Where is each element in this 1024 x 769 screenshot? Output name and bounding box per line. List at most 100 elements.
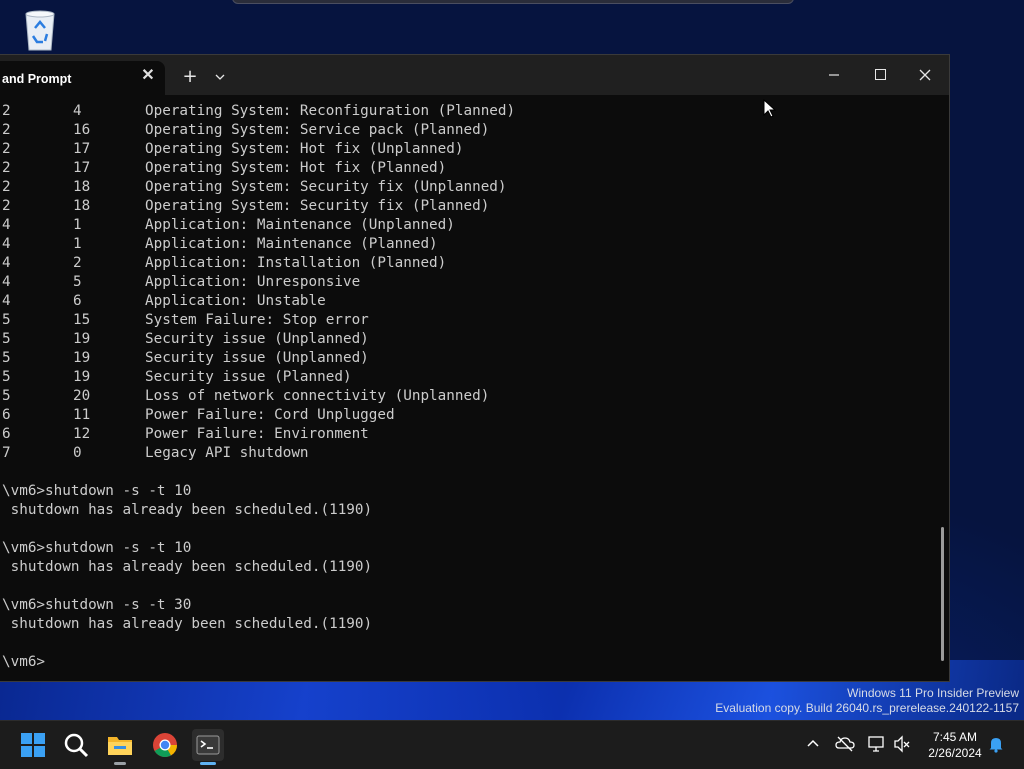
reason-title: Operating System: Reconfiguration (Plann… bbox=[145, 103, 516, 119]
reason-major: 2 bbox=[2, 141, 11, 157]
chevron-down-icon[interactable] bbox=[211, 67, 229, 87]
console-line-text: \vm6>shutdown -s -t 10 bbox=[2, 540, 192, 556]
reason-title: Security issue (Unplanned) bbox=[145, 331, 369, 347]
reason-major: 2 bbox=[2, 103, 11, 119]
reason-row: 2 17 Operating System: Hot fix (Unplanned) bbox=[0, 140, 940, 159]
console-line-text: \vm6>shutdown -s -t 30 bbox=[2, 597, 192, 613]
chrome-icon[interactable] bbox=[149, 729, 181, 761]
reason-row: 2 18 Operating System: Security fix (Plann… bbox=[0, 197, 940, 216]
reason-row: 2 4 Operating System: Reconfiguration (Pla… bbox=[0, 102, 940, 121]
reason-row: 4 2 Application: Installation (Planned) bbox=[0, 254, 940, 273]
reason-major: 2 bbox=[2, 198, 11, 214]
reason-row: 5 19 Security issue (Unplanned) bbox=[0, 349, 940, 368]
reason-title: Power Failure: Cord Unplugged bbox=[145, 407, 395, 423]
reason-major: 5 bbox=[2, 388, 11, 404]
onedrive-offline-icon[interactable] bbox=[835, 735, 855, 757]
reason-title: Operating System: Service pack (Planned) bbox=[145, 122, 490, 138]
console-output[interactable]: 2 4 Operating System: Reconfiguration (Pla… bbox=[0, 102, 940, 672]
reason-minor: 18 bbox=[73, 198, 91, 214]
search-icon[interactable] bbox=[60, 729, 92, 761]
scrollbar[interactable] bbox=[941, 527, 944, 661]
chevron-up-icon[interactable] bbox=[805, 733, 821, 757]
reason-minor: 1 bbox=[73, 217, 82, 233]
reason-row: 4 5 Application: Unresponsive bbox=[0, 273, 940, 292]
reason-minor: 2 bbox=[73, 255, 82, 271]
file-explorer-icon[interactable] bbox=[104, 729, 136, 765]
console-line-text: \vm6> bbox=[2, 654, 46, 670]
taskbar: 7:45 AM 2/26/2024 bbox=[0, 720, 1024, 769]
reason-major: 5 bbox=[2, 350, 11, 366]
terminal-window[interactable]: and Prompt ✕ + 2 4 Operating System: Recon… bbox=[0, 54, 950, 682]
console-line: \vm6>shutdown -s -t 10 bbox=[0, 539, 940, 558]
reason-row: 6 11 Power Failure: Cord Unplugged bbox=[0, 406, 940, 425]
reason-title: Application: Maintenance (Planned) bbox=[145, 236, 438, 252]
reason-title: Power Failure: Environment bbox=[145, 426, 369, 442]
minimize-button[interactable] bbox=[822, 65, 846, 85]
reason-title: Application: Unstable bbox=[145, 293, 326, 309]
reason-major: 2 bbox=[2, 160, 11, 176]
active-indicator bbox=[200, 762, 216, 765]
network-icon[interactable] bbox=[866, 735, 886, 757]
windows-watermark: Windows 11 Pro Insider Preview Evaluatio… bbox=[715, 686, 1019, 716]
tab-close-icon[interactable]: ✕ bbox=[140, 68, 156, 84]
reason-major: 4 bbox=[2, 236, 11, 252]
tab-title: and Prompt bbox=[2, 72, 72, 86]
console-line-text: shutdown has already been scheduled.(119… bbox=[2, 616, 373, 632]
mouse-cursor-icon bbox=[763, 99, 777, 118]
reason-minor: 19 bbox=[73, 331, 91, 347]
volume-muted-icon[interactable] bbox=[893, 735, 911, 757]
reason-major: 6 bbox=[2, 407, 11, 423]
console-line-text: \vm6>shutdown -s -t 10 bbox=[2, 483, 192, 499]
reason-title: Application: Installation (Planned) bbox=[145, 255, 447, 271]
terminal-icon[interactable] bbox=[192, 729, 224, 765]
recycle-bin-icon[interactable] bbox=[20, 6, 60, 52]
reason-title: Application: Maintenance (Unplanned) bbox=[145, 217, 455, 233]
top-window-edge bbox=[232, 0, 794, 4]
new-tab-button[interactable]: + bbox=[180, 67, 200, 87]
reason-minor: 16 bbox=[73, 122, 91, 138]
tab-command-prompt[interactable]: and Prompt ✕ bbox=[0, 61, 165, 95]
reason-minor: 4 bbox=[73, 103, 82, 119]
reason-major: 4 bbox=[2, 217, 11, 233]
maximize-button[interactable] bbox=[868, 65, 892, 85]
reason-minor: 18 bbox=[73, 179, 91, 195]
reason-row: 5 15 System Failure: Stop error bbox=[0, 311, 940, 330]
close-button[interactable] bbox=[913, 65, 937, 85]
reason-row: 4 1 Application: Maintenance (Unplanned) bbox=[0, 216, 940, 235]
reason-row: 2 16 Operating System: Service pack (Plann… bbox=[0, 121, 940, 140]
reason-title: System Failure: Stop error bbox=[145, 312, 369, 328]
reason-title: Application: Unresponsive bbox=[145, 274, 361, 290]
reason-row: 4 1 Application: Maintenance (Planned) bbox=[0, 235, 940, 254]
reason-major: 2 bbox=[2, 179, 11, 195]
clock[interactable]: 7:45 AM 2/26/2024 bbox=[920, 729, 990, 761]
reason-major: 5 bbox=[2, 312, 11, 328]
reason-minor: 20 bbox=[73, 388, 91, 404]
reason-minor: 15 bbox=[73, 312, 91, 328]
title-bar[interactable]: and Prompt ✕ + bbox=[0, 55, 949, 95]
reason-title: Operating System: Security fix (Unplanne… bbox=[145, 179, 507, 195]
reason-row: 2 18 Operating System: Security fix (Unpla… bbox=[0, 178, 940, 197]
reason-title: Operating System: Security fix (Planned) bbox=[145, 198, 490, 214]
reason-minor: 19 bbox=[73, 369, 91, 385]
clock-date: 2/26/2024 bbox=[928, 746, 982, 760]
reason-major: 5 bbox=[2, 331, 11, 347]
console-line: shutdown has already been scheduled.(119… bbox=[0, 615, 940, 634]
notification-bell-icon[interactable] bbox=[988, 735, 1004, 757]
reason-row: 2 17 Operating System: Hot fix (Planned) bbox=[0, 159, 940, 178]
reason-title: Security issue (Unplanned) bbox=[145, 350, 369, 366]
watermark-build: Evaluation copy. Build 26040.rs_prerelea… bbox=[715, 701, 1019, 715]
reason-major: 2 bbox=[2, 122, 11, 138]
reason-row: 7 0 Legacy API shutdown bbox=[0, 444, 940, 463]
maximize-icon bbox=[874, 69, 886, 80]
reason-minor: 12 bbox=[73, 426, 91, 442]
reason-row: 4 6 Application: Unstable bbox=[0, 292, 940, 311]
console-line: \vm6>shutdown -s -t 10 bbox=[0, 482, 940, 501]
reason-minor: 19 bbox=[73, 350, 91, 366]
reason-minor: 5 bbox=[73, 274, 82, 290]
start-icon[interactable] bbox=[17, 729, 49, 761]
reason-title: Security issue (Planned) bbox=[145, 369, 352, 385]
reason-minor: 6 bbox=[73, 293, 82, 309]
